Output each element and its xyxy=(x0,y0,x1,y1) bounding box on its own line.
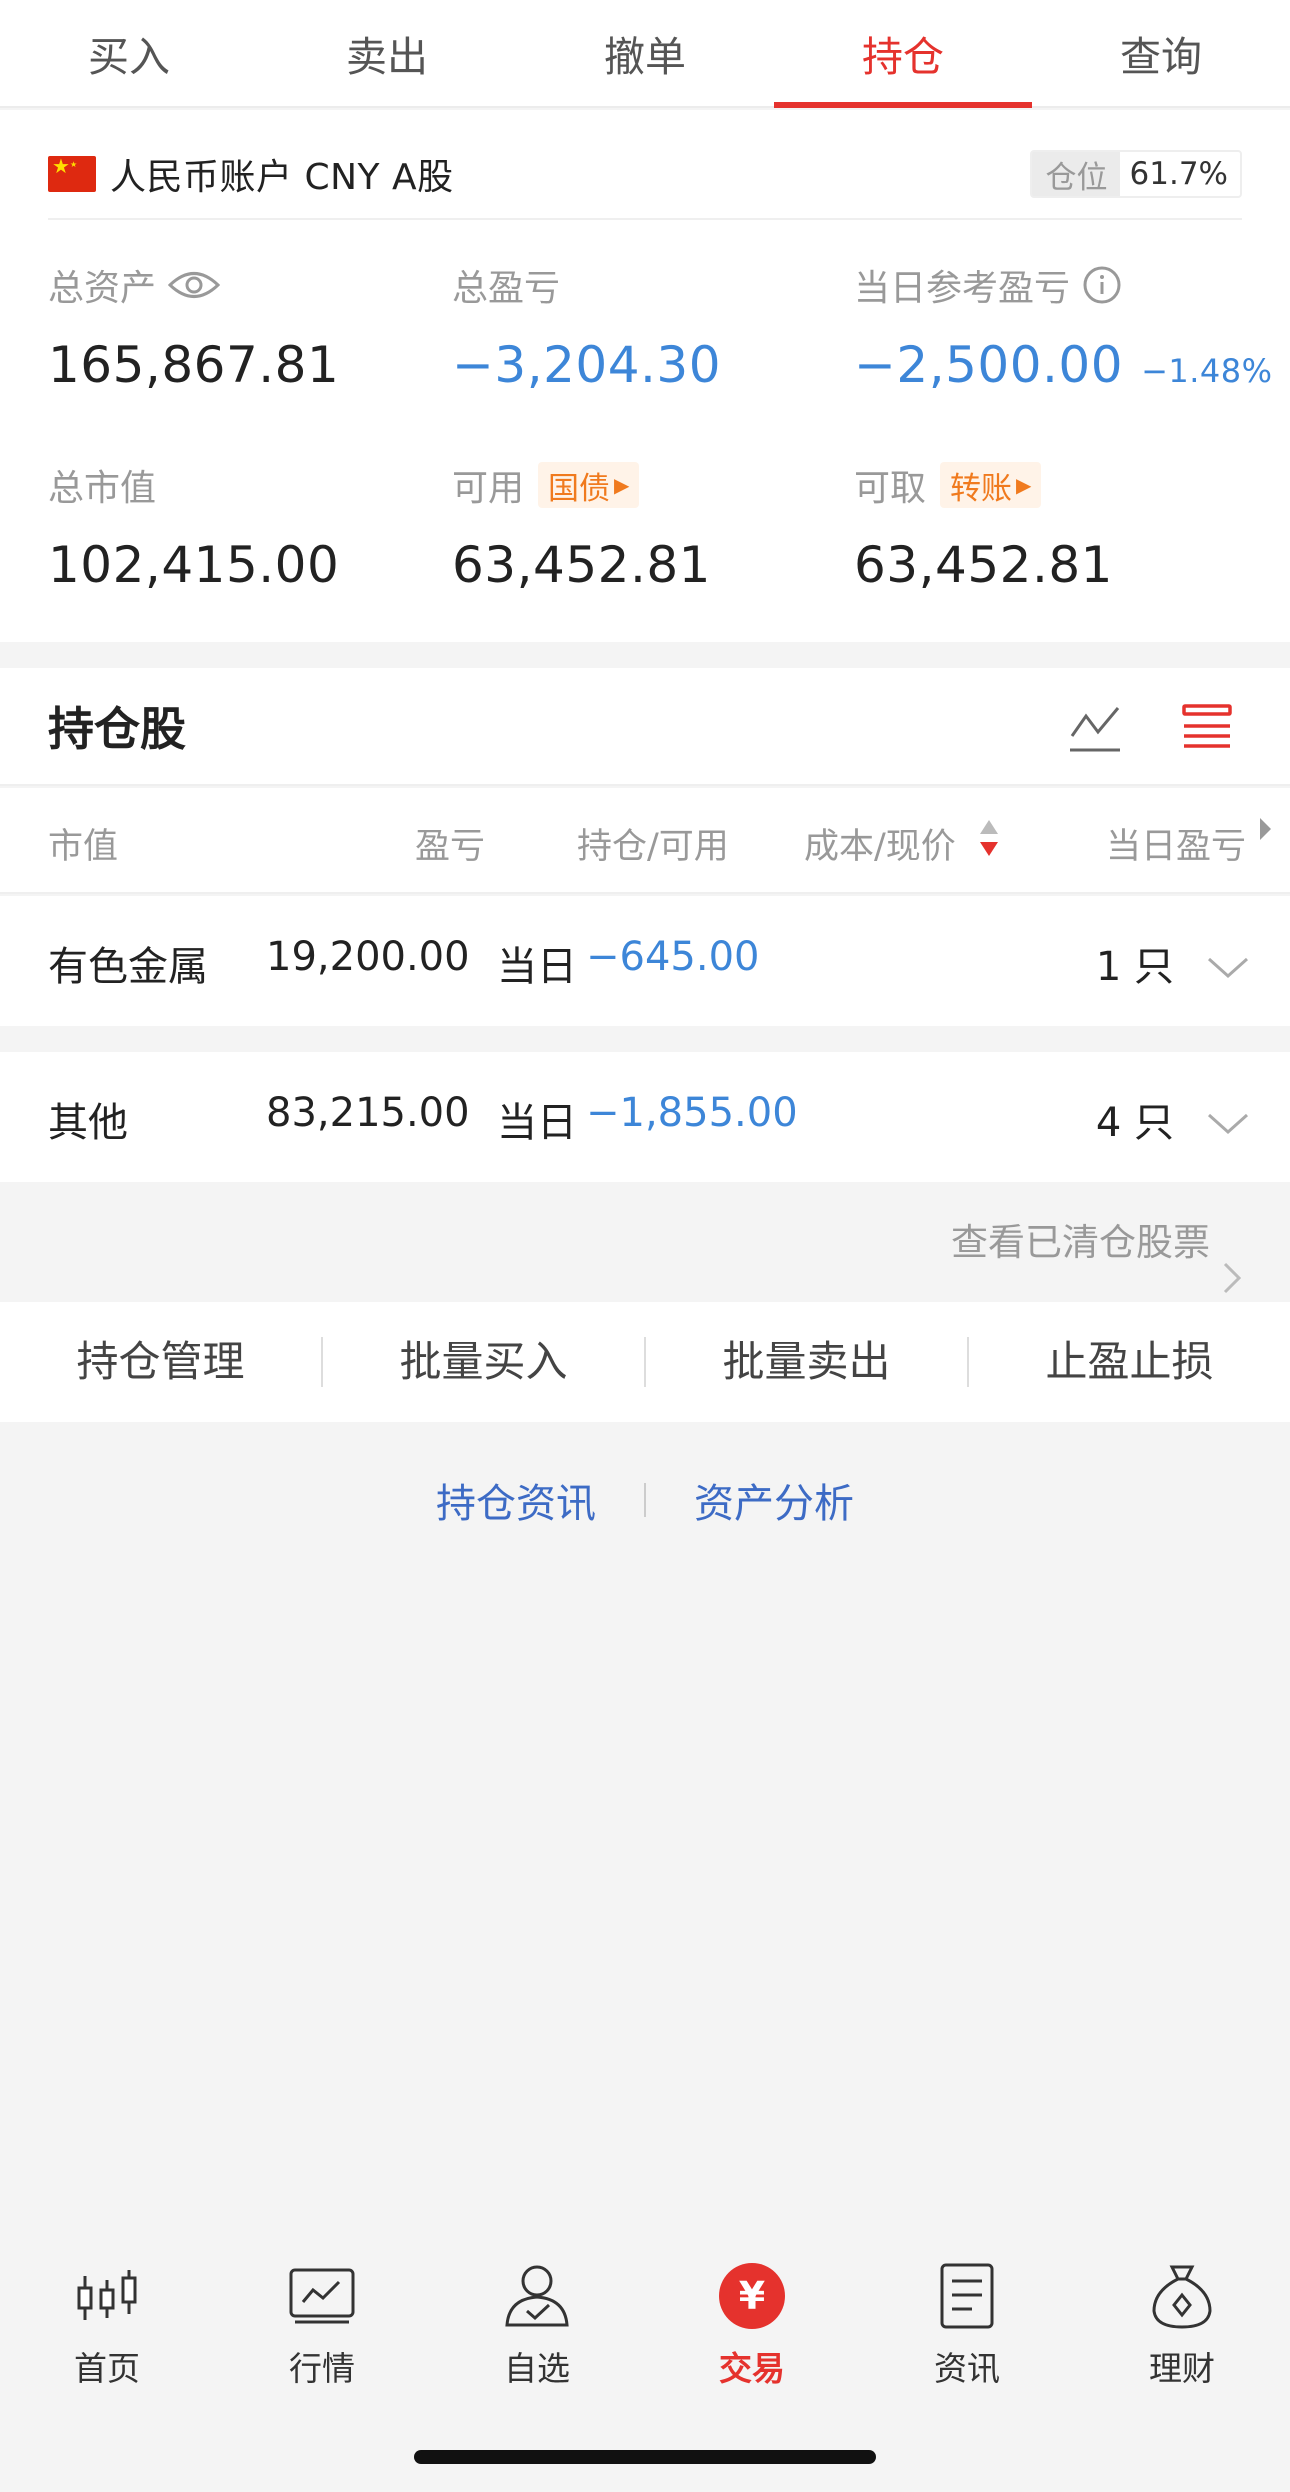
position-ratio-badge: 仓位 61.7% xyxy=(1029,150,1242,198)
group-market-value: 19,200.00 xyxy=(266,934,470,980)
info-icon[interactable] xyxy=(1082,265,1122,305)
yuan-symbol: ¥ xyxy=(719,2263,785,2329)
stat-day-pnl: 当日参考盈亏 −2,500.00 −1.48% xyxy=(854,260,1273,394)
tab-sell[interactable]: 卖出 xyxy=(258,0,516,106)
nav-trade-label: 交易 xyxy=(719,2349,785,2388)
caret-right-icon: ▶ xyxy=(614,473,630,497)
link-divider xyxy=(644,1483,646,1517)
scroll-right-icon[interactable] xyxy=(1260,818,1271,840)
list-view-icon[interactable] xyxy=(1182,702,1232,756)
transfer-tag[interactable]: 转账 ▶ xyxy=(940,462,1042,508)
manage-holdings-button[interactable]: 持仓管理 xyxy=(0,1337,321,1387)
group-day-label: 当日 xyxy=(497,1100,577,1146)
withdrawable-value: 63,452.81 xyxy=(854,536,1113,594)
treasury-bond-tag[interactable]: 国债 ▶ xyxy=(538,462,640,508)
day-pnl-amount: −2,500.00 xyxy=(854,336,1124,394)
user-check-icon xyxy=(457,2256,617,2336)
caret-right-icon: ▶ xyxy=(1016,473,1032,497)
group-day-pnl: −645.00 xyxy=(586,934,760,980)
chevron-down-icon[interactable] xyxy=(1206,944,1250,990)
nav-market[interactable]: 行情 xyxy=(242,2256,402,2390)
treasury-bond-tag-label: 国债 xyxy=(548,470,611,507)
nav-watchlist[interactable]: 自选 xyxy=(457,2256,617,2390)
group-count: 4 只 xyxy=(1095,1100,1174,1146)
available-value: 63,452.81 xyxy=(452,536,711,594)
day-pnl-value: −2,500.00 −1.48% xyxy=(854,336,1273,394)
sort-icon[interactable] xyxy=(978,818,1000,867)
chevron-down-icon[interactable] xyxy=(1206,1100,1250,1146)
holdings-column-header: 市值 盈亏 持仓/可用 成本/现价 当日盈亏 xyxy=(0,788,1290,894)
holdings-header: 持仓股 xyxy=(0,668,1290,786)
eye-icon[interactable] xyxy=(168,268,221,302)
group-day-label: 当日 xyxy=(497,944,577,990)
day-pnl-label: 当日参考盈亏 xyxy=(854,268,1071,309)
position-label: 仓位 xyxy=(1031,152,1120,196)
group-day-pnl: −1,855.00 xyxy=(586,1090,798,1136)
available-label: 可用 xyxy=(452,468,525,509)
bottom-links: 持仓资讯 资产分析 xyxy=(0,1470,1290,1530)
trade-holdings-page: 买入 卖出 撤单 持仓 查询 ★ ★ 人民币账户 CNY A股 仓位 61.7% … xyxy=(0,0,1290,2492)
total-pnl-label: 总盈亏 xyxy=(452,268,561,309)
market-value-label: 总市值 xyxy=(48,468,157,509)
group-name: 有色金属 xyxy=(48,944,208,990)
nav-news[interactable]: 资讯 xyxy=(887,2256,1047,2390)
account-summary: ★ ★ 人民币账户 CNY A股 仓位 61.7% 总资产 165,867.81 … xyxy=(0,110,1290,642)
withdrawable-label: 可取 xyxy=(854,468,927,509)
asset-analysis-link[interactable]: 资产分析 xyxy=(694,1471,854,1529)
holdings-action-bar: 持仓管理 批量买入 批量卖出 止盈止损 xyxy=(0,1302,1290,1422)
col-day-pnl[interactable]: 当日盈亏 xyxy=(1106,818,1246,869)
nav-wealth[interactable]: 理财 xyxy=(1102,2256,1262,2390)
group-count: 1 只 xyxy=(1095,944,1174,990)
stat-available: 可用 国债 ▶ 63,452.81 xyxy=(452,460,711,594)
nav-market-label: 行情 xyxy=(289,2349,355,2388)
take-profit-stop-loss-button[interactable]: 止盈止损 xyxy=(967,1337,1290,1387)
line-chart-icon[interactable] xyxy=(1068,702,1122,758)
yuan-icon: ¥ xyxy=(672,2256,832,2336)
stat-market-value: 总市值 102,415.00 xyxy=(48,460,339,594)
total-assets-label: 总资产 xyxy=(48,268,157,309)
account-row[interactable]: ★ ★ 人民币账户 CNY A股 仓位 61.7% xyxy=(48,130,1242,220)
batch-sell-button[interactable]: 批量卖出 xyxy=(644,1337,967,1387)
nav-wealth-label: 理财 xyxy=(1149,2349,1215,2388)
holdings-news-link[interactable]: 持仓资讯 xyxy=(436,1471,596,1529)
candlestick-icon xyxy=(27,2256,187,2336)
col-cost-price[interactable]: 成本/现价 xyxy=(804,818,956,869)
china-flag-icon: ★ ★ xyxy=(48,154,96,192)
nav-watchlist-label: 自选 xyxy=(504,2349,570,2388)
money-bag-icon xyxy=(1102,2256,1262,2336)
total-pnl-value: −3,204.30 xyxy=(452,336,722,394)
transfer-tag-label: 转账 xyxy=(950,470,1013,507)
holding-group-row[interactable]: 其他 83,215.00 当日 −1,855.00 4 只 xyxy=(0,1052,1290,1182)
nav-home-label: 首页 xyxy=(74,2349,140,2388)
tab-holdings[interactable]: 持仓 xyxy=(774,0,1032,108)
day-pnl-percent: −1.48% xyxy=(1141,352,1273,390)
col-pnl[interactable]: 盈亏 xyxy=(415,818,485,869)
holdings-title: 持仓股 xyxy=(48,702,186,756)
col-position-available[interactable]: 持仓/可用 xyxy=(577,818,729,869)
market-value-value: 102,415.00 xyxy=(48,536,340,594)
chart-icon xyxy=(242,2256,402,2336)
view-cleared-stocks-link[interactable]: 查看已清仓股票 xyxy=(0,1188,1290,1298)
nav-news-label: 资讯 xyxy=(934,2349,1000,2388)
account-name: 人民币账户 CNY A股 xyxy=(110,157,454,198)
cleared-link-label: 查看已清仓股票 xyxy=(951,1221,1210,1264)
stat-total-pnl: 总盈亏 −3,204.30 xyxy=(452,260,721,394)
tab-buy[interactable]: 买入 xyxy=(0,0,258,106)
stat-withdrawable: 可取 转账 ▶ 63,452.81 xyxy=(854,460,1113,594)
col-market-value[interactable]: 市值 xyxy=(48,818,118,869)
tab-cancel-order[interactable]: 撤单 xyxy=(516,0,774,106)
nav-home[interactable]: 首页 xyxy=(27,2256,187,2390)
home-indicator[interactable] xyxy=(414,2450,876,2464)
total-assets-value: 165,867.81 xyxy=(48,336,340,394)
stat-total-assets: 总资产 165,867.81 xyxy=(48,260,339,394)
group-name: 其他 xyxy=(48,1100,128,1146)
batch-buy-button[interactable]: 批量买入 xyxy=(321,1337,644,1387)
top-tab-bar: 买入 卖出 撤单 持仓 查询 xyxy=(0,0,1290,108)
group-market-value: 83,215.00 xyxy=(266,1090,470,1136)
position-value: 61.7% xyxy=(1119,152,1240,196)
document-icon xyxy=(887,2256,1047,2336)
nav-trade[interactable]: ¥ 交易 xyxy=(672,2256,832,2390)
holding-group-row[interactable]: 有色金属 19,200.00 当日 −645.00 1 只 xyxy=(0,896,1290,1026)
tab-query[interactable]: 查询 xyxy=(1032,0,1290,106)
